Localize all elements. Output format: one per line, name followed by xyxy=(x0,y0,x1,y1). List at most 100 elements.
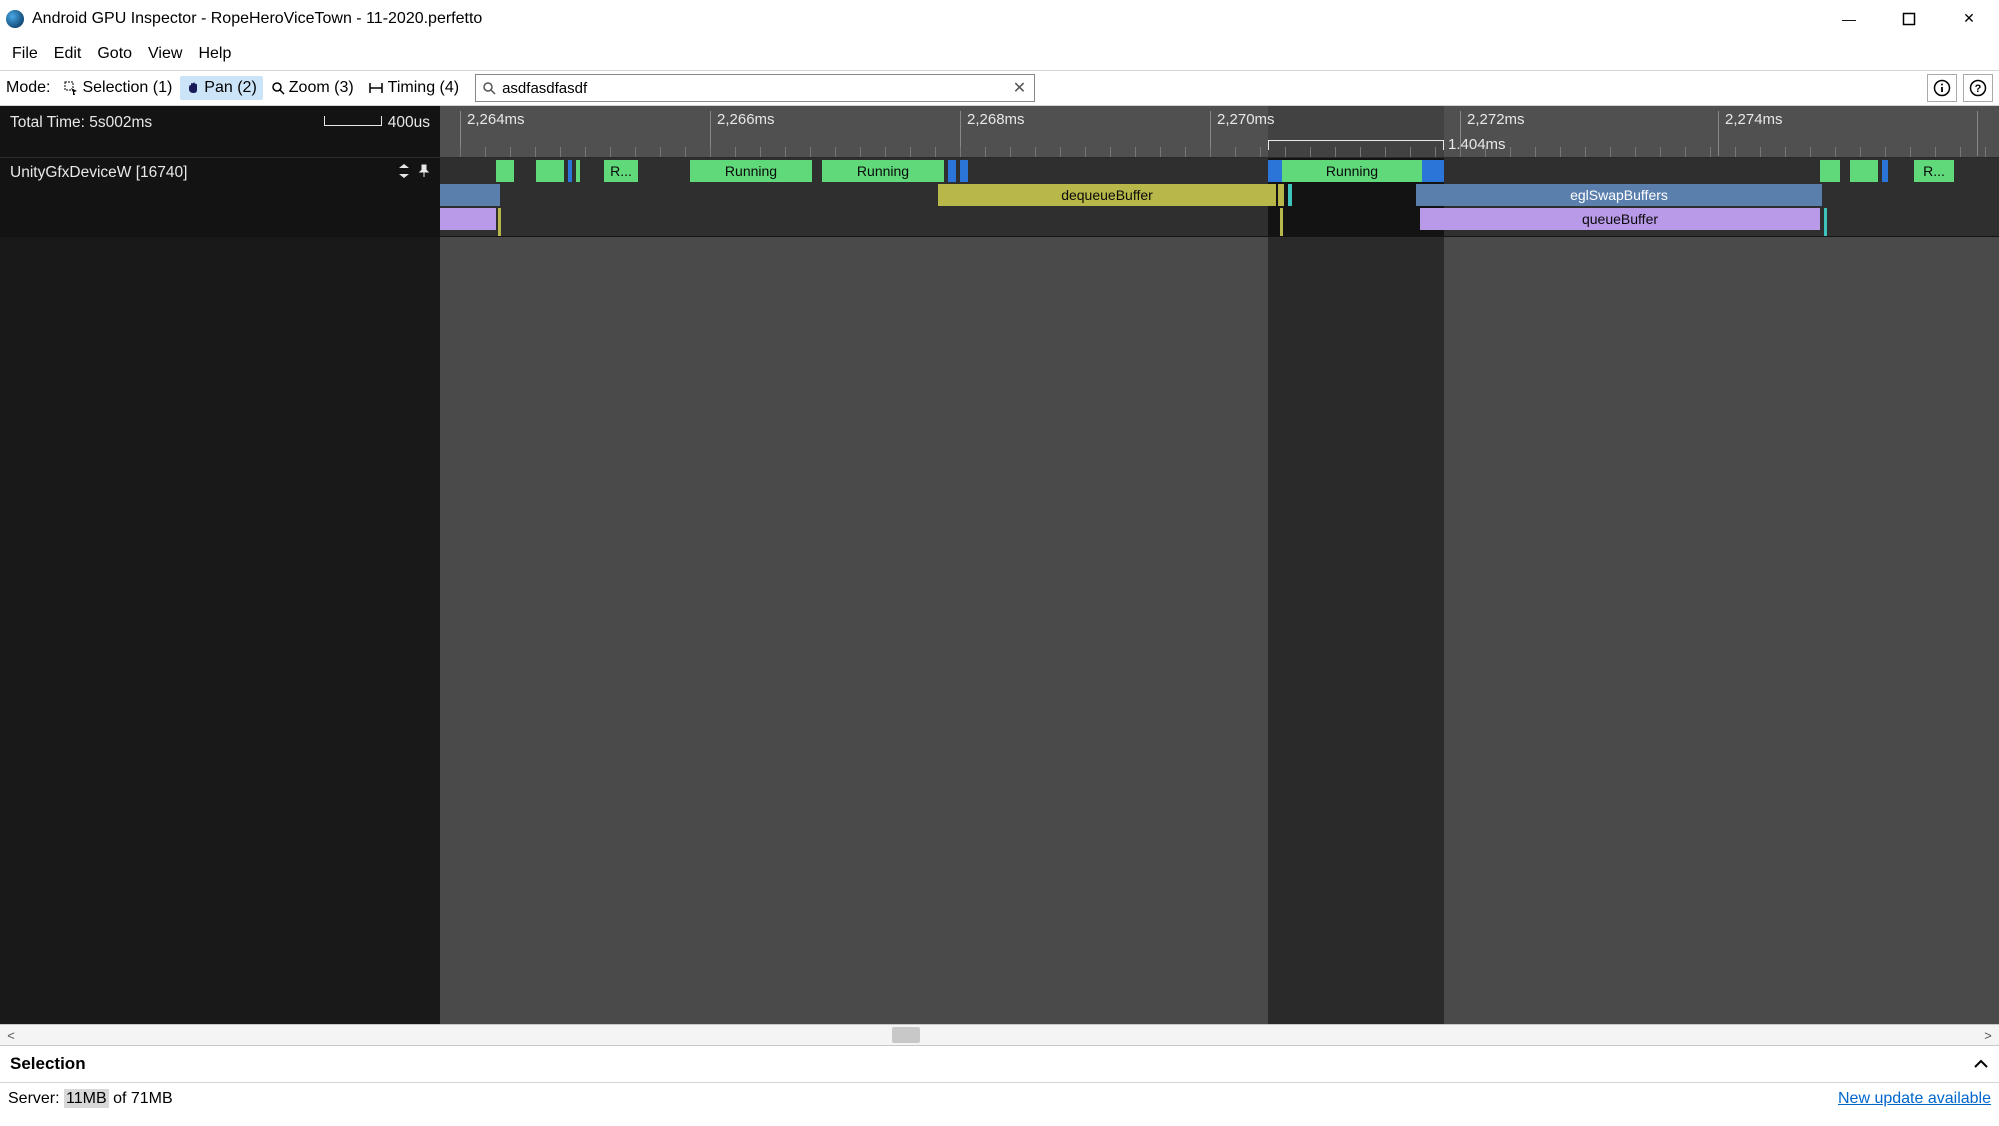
ruler-minor-tick xyxy=(1385,147,1386,157)
ruler: Total Time: 5s002ms 400us 2,264ms 2,266m… xyxy=(0,106,1999,158)
slice[interactable] xyxy=(1824,208,1827,236)
ruler-minor-tick xyxy=(1835,147,1836,157)
ruler-minor-tick xyxy=(935,147,936,157)
slice[interactable]: dequeueBuffer xyxy=(938,184,1276,206)
minimize-button[interactable]: — xyxy=(1819,0,1879,38)
search-icon xyxy=(476,81,502,95)
track-name: UnityGfxDeviceW [16740] xyxy=(10,164,187,182)
collapse-icon[interactable] xyxy=(398,164,410,178)
slice[interactable] xyxy=(1288,184,1292,206)
maximize-button[interactable] xyxy=(1879,0,1939,38)
ruler-minor-tick xyxy=(1585,147,1586,157)
ruler-tick: 2,270ms xyxy=(1210,111,1275,156)
info-button[interactable] xyxy=(1927,74,1957,102)
window-title: Android GPU Inspector - RopeHeroViceTown… xyxy=(32,10,1819,28)
slice[interactable]: Running xyxy=(690,160,812,182)
selection-panel-header[interactable]: Selection xyxy=(0,1046,1999,1082)
clear-search-button[interactable]: ✕ xyxy=(1005,78,1034,98)
timing-mode-button[interactable]: Timing (4) xyxy=(362,76,465,100)
toolbar: Mode: Selection (1) Pan (2) Zoom (3) Tim… xyxy=(0,70,1999,106)
selection-panel-title: Selection xyxy=(10,1054,86,1074)
ruler-minor-tick xyxy=(1985,147,1986,157)
ruler-left-panel: Total Time: 5s002ms 400us xyxy=(0,106,440,157)
ruler-minor-tick xyxy=(1660,147,1661,157)
slice[interactable]: R... xyxy=(604,160,638,182)
slice[interactable] xyxy=(440,208,496,230)
scrollbar-track[interactable] xyxy=(22,1025,1977,1045)
close-button[interactable]: ✕ xyxy=(1939,0,1999,38)
slice[interactable] xyxy=(496,160,514,182)
hand-icon xyxy=(186,81,200,95)
ruler-minor-tick xyxy=(1535,147,1536,157)
ruler-minor-tick xyxy=(660,147,661,157)
menu-help[interactable]: Help xyxy=(190,41,239,67)
search-box[interactable]: ✕ xyxy=(475,74,1035,102)
scroll-left-button[interactable]: < xyxy=(0,1028,22,1043)
ruler-minor-tick xyxy=(1035,147,1036,157)
track-lanes[interactable]: R... Running Running Running R... dequeu… xyxy=(440,158,1999,236)
slice[interactable] xyxy=(1280,208,1283,236)
slice[interactable]: Running xyxy=(1282,160,1422,182)
ruler-tick: 2,264ms xyxy=(460,111,525,156)
horizontal-scrollbar[interactable]: < > xyxy=(0,1024,1999,1046)
pin-icon[interactable] xyxy=(418,164,430,178)
ruler-ticks[interactable]: 2,264ms 2,266ms 2,268ms 2,270ms 2,272ms … xyxy=(440,106,1999,157)
ruler-minor-tick xyxy=(960,147,961,157)
ruler-minor-tick xyxy=(585,147,586,157)
slice[interactable] xyxy=(1422,160,1444,182)
scroll-right-button[interactable]: > xyxy=(1977,1028,1999,1043)
slice[interactable] xyxy=(1850,160,1878,182)
slice[interactable]: R... xyxy=(1914,160,1954,182)
ruler-minor-tick xyxy=(1860,147,1861,157)
ruler-minor-tick xyxy=(810,147,811,157)
ruler-minor-tick xyxy=(910,147,911,157)
update-available-link[interactable]: New update available xyxy=(1838,1090,1991,1108)
ruler-minor-tick xyxy=(1110,147,1111,157)
slice[interactable]: eglSwapBuffers xyxy=(1416,184,1822,206)
ruler-minor-tick xyxy=(885,147,886,157)
mode-label: Mode: xyxy=(6,79,50,97)
slice[interactable] xyxy=(1882,160,1888,182)
mode-label-text: Selection (1) xyxy=(82,79,172,97)
selection-mode-button[interactable]: Selection (1) xyxy=(58,76,178,100)
menu-view[interactable]: View xyxy=(140,41,190,67)
ruler-minor-tick xyxy=(1235,147,1236,157)
search-input[interactable] xyxy=(502,75,1005,101)
ruler-minor-tick xyxy=(1285,147,1286,157)
pan-mode-button[interactable]: Pan (2) xyxy=(180,76,262,100)
ruler-minor-tick xyxy=(710,147,711,157)
ruler-minor-tick xyxy=(1260,147,1261,157)
ruler-minor-tick xyxy=(1785,147,1786,157)
ruler-minor-tick xyxy=(635,147,636,157)
slice[interactable]: queueBuffer xyxy=(1420,208,1820,230)
slice[interactable] xyxy=(1820,160,1840,182)
slice[interactable] xyxy=(440,184,500,206)
mode-label-text: Zoom (3) xyxy=(289,79,354,97)
ruler-minor-tick xyxy=(1185,147,1186,157)
slice[interactable] xyxy=(1268,160,1282,182)
slice[interactable]: Running xyxy=(822,160,944,182)
ruler-minor-tick xyxy=(685,147,686,157)
slice[interactable] xyxy=(1278,184,1284,206)
slice[interactable] xyxy=(568,160,572,182)
slice[interactable] xyxy=(576,160,580,182)
menu-goto[interactable]: Goto xyxy=(89,41,140,67)
menu-file[interactable]: File xyxy=(4,41,46,67)
ruler-minor-tick xyxy=(1360,147,1361,157)
ruler-minor-tick xyxy=(485,147,486,157)
slice[interactable] xyxy=(536,160,564,182)
help-button[interactable]: ? xyxy=(1963,74,1993,102)
ruler-minor-tick xyxy=(1160,147,1161,157)
chevron-up-icon[interactable] xyxy=(1973,1058,1989,1070)
svg-text:?: ? xyxy=(1975,83,1982,95)
menu-edit[interactable]: Edit xyxy=(46,41,90,67)
slice[interactable] xyxy=(498,208,501,236)
scrollbar-thumb[interactable] xyxy=(892,1027,920,1043)
ruler-minor-tick xyxy=(1210,147,1211,157)
slice[interactable] xyxy=(960,160,968,182)
zoom-mode-button[interactable]: Zoom (3) xyxy=(265,76,360,100)
timeline[interactable]: Total Time: 5s002ms 400us 2,264ms 2,266m… xyxy=(0,106,1999,1024)
menubar: File Edit Goto View Help xyxy=(0,38,1999,70)
ruler-minor-tick xyxy=(1885,147,1886,157)
slice[interactable] xyxy=(948,160,956,182)
